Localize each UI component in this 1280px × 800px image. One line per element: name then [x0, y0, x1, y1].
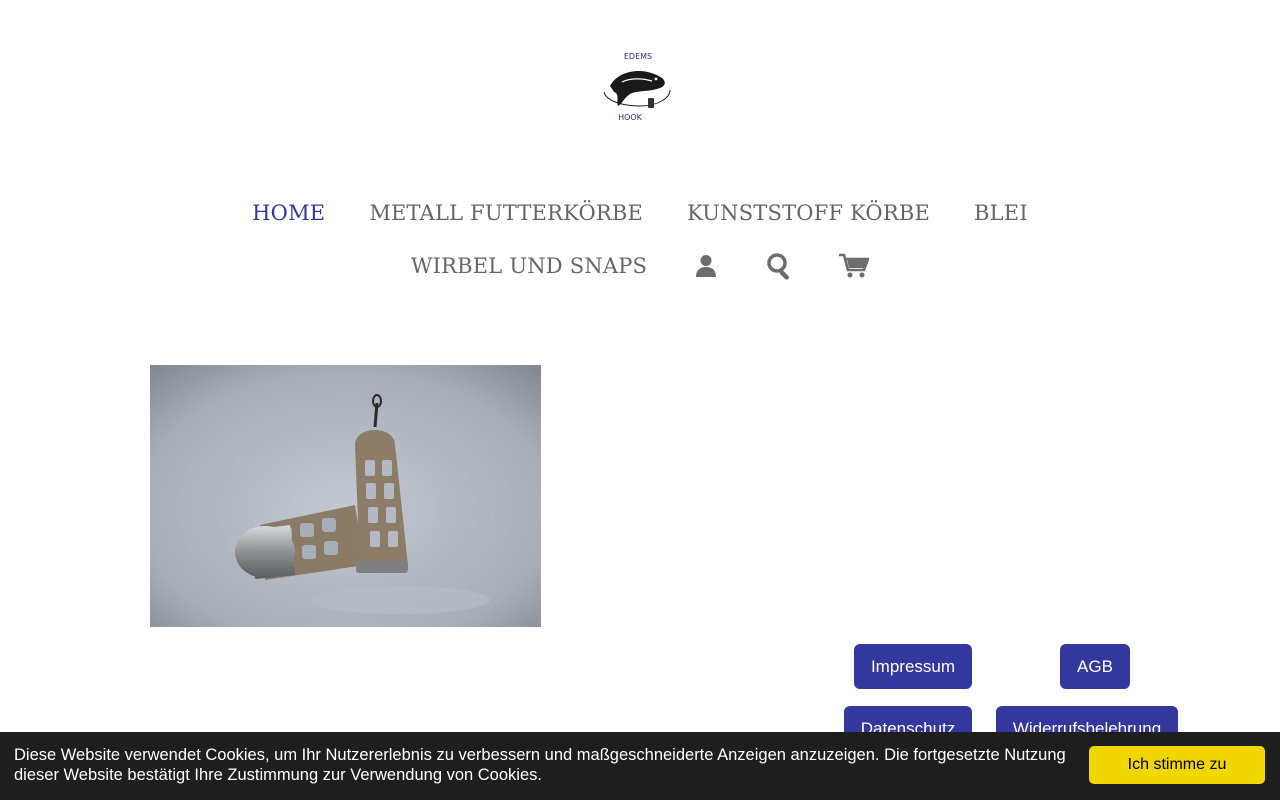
cookie-consent-bar: Diese Website verwendet Cookies, um Ihr … [0, 732, 1280, 800]
cart-icon[interactable] [839, 251, 870, 281]
nav-item-metall-futterkoerbe[interactable]: METALL FUTTERKÖRBE [369, 201, 643, 225]
product-image-feeder [150, 365, 541, 627]
nav-item-blei[interactable]: BLEI [974, 201, 1028, 225]
nav-item-wirbel-und-snaps[interactable]: WIRBEL UND SNAPS [411, 254, 647, 278]
nav-row-1: HOME METALL FUTTERKÖRBE KUNSTSTOFF KÖRBE… [0, 196, 1280, 230]
agb-button[interactable]: AGB [1060, 644, 1130, 689]
impressum-button[interactable]: Impressum [854, 644, 972, 689]
nav-item-home[interactable]: HOME [252, 201, 325, 225]
nav-row-2: WIRBEL UND SNAPS [0, 249, 1280, 283]
search-icon[interactable] [765, 251, 795, 281]
cookie-accept-button[interactable]: Ich stimme zu [1089, 746, 1265, 784]
logo-text-top: EDEMS [624, 52, 652, 61]
logo-text-bottom: HOOK [618, 113, 643, 122]
user-icon[interactable] [691, 251, 721, 281]
nav-item-kunststoff-koerbe[interactable]: KUNSTSTOFF KÖRBE [687, 201, 930, 225]
site-logo[interactable]: EDEMS HOOK [600, 48, 676, 124]
cookie-message: Diese Website verwendet Cookies, um Ihr … [14, 746, 1066, 784]
